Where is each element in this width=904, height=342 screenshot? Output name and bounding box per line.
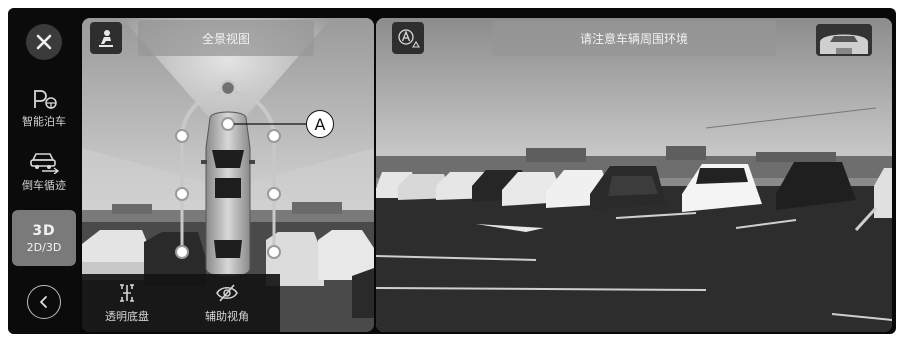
- view-options-bar: 透明底盘 辅助视角: [82, 274, 280, 332]
- transparent-chassis-button[interactable]: 透明底盘: [82, 274, 172, 332]
- camera-warning-label: 请注意车辆周围环境: [579, 31, 688, 46]
- camera-scene: [376, 18, 892, 332]
- reverse-trace-icon: [30, 152, 60, 174]
- close-button[interactable]: [12, 22, 76, 62]
- camera-auto-button[interactable]: [392, 22, 424, 54]
- panoramic-title: 全景视图: [138, 20, 314, 56]
- back-arrow-icon: [40, 296, 47, 308]
- reverse-trace-label: 倒车循迹: [22, 178, 66, 192]
- panoramic-view[interactable]: A 全景视图 透明底盘 辅助视角: [82, 18, 374, 332]
- back-button[interactable]: [12, 282, 76, 322]
- callout-a-label: A: [314, 114, 326, 134]
- assist-view-label: 辅助视角: [205, 309, 249, 323]
- reverse-trace-button[interactable]: 倒车循迹: [12, 146, 76, 196]
- parking-icon: [34, 89, 57, 109]
- view-mode-toggle[interactable]: 3D 2D/3D: [12, 210, 76, 266]
- driver-view-button[interactable]: [90, 22, 122, 54]
- assist-view-button[interactable]: 辅助视角: [182, 274, 272, 332]
- eye-off-icon: [216, 283, 238, 302]
- smart-parking-label: 智能泊车: [22, 114, 66, 128]
- view-mode-primary: 3D: [32, 222, 56, 239]
- view-mode-secondary: 2D/3D: [26, 240, 62, 254]
- front-camera-thumbnail-button[interactable]: [816, 24, 872, 56]
- camera-warning-title: 请注意车辆周围环境: [492, 20, 776, 56]
- front-camera-thumbnail-icon: [816, 24, 872, 56]
- driver-view-icon: [99, 30, 113, 47]
- panoramic-title-label: 全景视图: [201, 31, 250, 46]
- sidebar: 智能泊车 倒车循迹 3D 2D/3D: [8, 8, 80, 334]
- screen-frame: 智能泊车 倒车循迹 3D 2D/3D A 全景视图 透明底盘 辅助视角 请注意车…: [8, 8, 896, 334]
- callout-a: A: [306, 110, 334, 138]
- close-icon: [36, 34, 52, 50]
- transparent-chassis-label: 透明底盘: [105, 309, 149, 323]
- smart-parking-button[interactable]: 智能泊车: [12, 84, 76, 132]
- camera-view[interactable]: 请注意车辆周围环境: [376, 18, 892, 332]
- camera-auto-icon: [398, 29, 420, 48]
- transparent-chassis-icon: [120, 283, 134, 302]
